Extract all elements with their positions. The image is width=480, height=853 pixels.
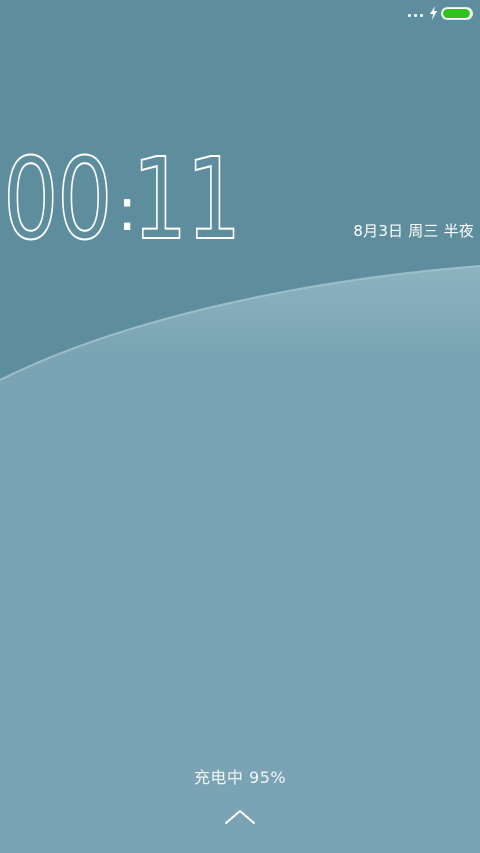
chevron-up-icon[interactable] [224, 808, 256, 826]
status-bar [0, 0, 480, 28]
more-dots-icon [408, 14, 423, 17]
wallpaper [0, 0, 480, 853]
charging-bolt-icon [430, 6, 437, 20]
clock-minutes: 11 [131, 135, 242, 265]
battery-icon [441, 7, 473, 20]
date-label: 8月3日 周三 半夜 [353, 222, 474, 240]
battery-fill [443, 9, 470, 18]
clock-hours: 00 [2, 135, 113, 265]
charging-status: 充电中 95% [193, 768, 287, 787]
